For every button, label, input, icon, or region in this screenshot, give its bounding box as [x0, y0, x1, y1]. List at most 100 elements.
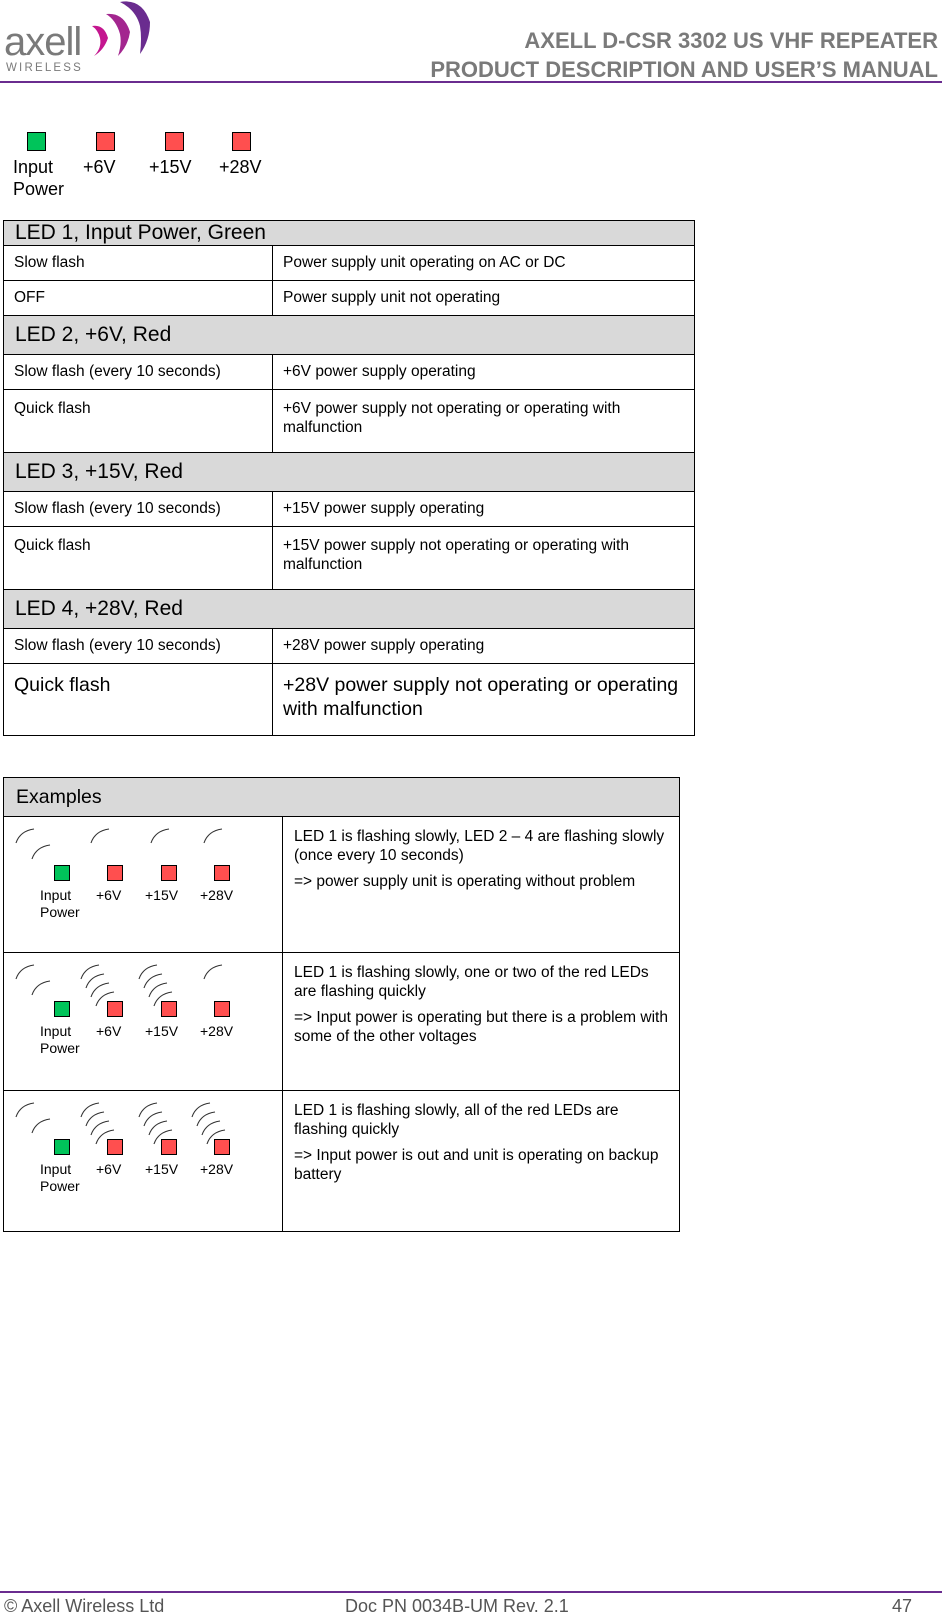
led-state: Quick flash [3, 389, 273, 453]
diagram-label-6v: +6V [96, 1161, 122, 1177]
example-description-cell: LED 1 is flashing slowly, one or two of … [282, 952, 680, 1091]
example-row: Input Power +6V +15V +28V LED 1 is flashing … [3, 952, 680, 1091]
example-result: => Input power is out and unit is operat… [294, 1147, 659, 1183]
led-state: Slow flash (every 10 seconds) [3, 354, 273, 390]
led-input-power-icon [54, 1001, 70, 1017]
flash-mark-28v [191, 1102, 211, 1118]
diagram-label-15v: +15V [145, 1161, 179, 1177]
example-description: LED 1 is flashing slowly, one or two of … [294, 964, 649, 1000]
footer-copyright: © Axell Wireless Ltd [4, 1596, 165, 1616]
examples-title: Examples [3, 777, 680, 817]
header-divider [0, 81, 942, 83]
group-title: LED 4, +28V, Red [3, 589, 695, 629]
diagram-label-6v: +6V [96, 887, 122, 903]
led-diagram: Input Power +6V +15V +28V [4, 1091, 282, 1221]
table-row: Slow flash Power supply unit operating on… [3, 245, 695, 281]
led-6v-icon [107, 1001, 123, 1017]
flash-mark-input-power [31, 844, 51, 860]
led-diagram: Input Power +6V +15V +28V [4, 953, 282, 1083]
table-row: Quick flash +28V power supply not operati… [3, 663, 695, 736]
led-input-power-icon [27, 132, 46, 151]
flash-mark-28v [203, 828, 223, 844]
led-meaning: +28V power supply not operating or opera… [272, 663, 695, 736]
flash-marks [15, 964, 223, 1007]
table-row: Slow flash (every 10 seconds) +15V power … [3, 491, 695, 527]
flash-mark-6v [85, 973, 105, 989]
led-meaning: Power supply unit operating on AC or DC [272, 245, 695, 281]
diagram-label-input: Input [40, 1023, 72, 1039]
led-input-power-icon [54, 865, 70, 881]
example-description: LED 1 is flashing slowly, LED 2 – 4 are … [294, 828, 665, 864]
led-state: Slow flash [3, 245, 273, 281]
flash-mark-input-power [31, 1118, 51, 1134]
led-state: Quick flash [3, 663, 273, 736]
diagram-label-power: Power [40, 1040, 80, 1056]
diagram-label-input: Input [40, 1161, 72, 1177]
flash-mark-6v [80, 1102, 100, 1118]
flash-mark-6v [90, 1120, 110, 1136]
logo-chevron-icon [92, 1, 150, 56]
flash-mark-6v [90, 982, 110, 998]
led-meaning: +6V power supply operating [272, 354, 695, 390]
table-row: OFF Power supply unit not operating [3, 280, 695, 316]
table-row: Slow flash (every 10 seconds) +6V power s… [3, 354, 695, 390]
flash-mark-28v [196, 1111, 216, 1127]
footer-page-number: 47 [891, 1596, 912, 1616]
flash-mark-input-power [15, 828, 35, 844]
logo-brand-text: axell [4, 20, 82, 64]
led-meaning: Power supply unit not operating [272, 280, 695, 316]
flash-mark-15v [150, 828, 170, 844]
examples-table: Examples Input Power +6V +15V +28V LED 1 is … [3, 777, 680, 1232]
legend-label-15v: +15V [149, 157, 192, 177]
flash-mark-15v [148, 1120, 168, 1136]
logo-sub-text: WIRELESS [6, 62, 84, 74]
led-state: Slow flash (every 10 seconds) [3, 628, 273, 664]
diagram-label-28v: +28V [200, 1023, 234, 1039]
led-28v-icon [214, 1001, 230, 1017]
diagram-label-28v: +28V [200, 1161, 234, 1177]
led-28v-icon [214, 1139, 230, 1155]
led-state: OFF [3, 280, 273, 316]
document-title-line-1: AXELL D-CSR 3302 US VHF REPEATER [524, 28, 938, 53]
led-6v-icon [96, 132, 115, 151]
legend-label-6v: +6V [83, 157, 116, 177]
flash-mark-15v [148, 982, 168, 998]
flash-mark-6v [80, 964, 100, 980]
diagram-label-input: Input [40, 887, 72, 903]
flash-mark-input-power [15, 1102, 35, 1118]
table-group-header: LED 2, +6V, Red [3, 315, 695, 355]
flash-mark-28v [203, 964, 223, 980]
example-description: LED 1 is flashing slowly, all of the red… [294, 1102, 619, 1138]
led-15v-icon [161, 1139, 177, 1155]
diagram-label-power: Power [40, 904, 80, 920]
flash-mark-6v [90, 828, 110, 844]
example-result: => power supply unit is operating withou… [294, 873, 636, 890]
axell-wireless-logo: axell WIRELESS [2, 0, 152, 80]
examples-header: Examples [3, 777, 680, 817]
table-row: Quick flash +15V power supply not operati… [3, 526, 695, 590]
led-state: Slow flash (every 10 seconds) [3, 491, 273, 527]
led-diagram: Input Power +6V +15V +28V [4, 817, 282, 947]
led-meaning: +6V power supply not operating or operat… [272, 389, 695, 453]
legend-label-28v: +28V [219, 157, 262, 177]
example-description-cell: LED 1 is flashing slowly, LED 2 – 4 are … [282, 816, 680, 953]
led-15v-icon [161, 865, 177, 881]
group-title: LED 1, Input Power, Green [3, 220, 695, 246]
example-diagram-cell: Input Power +6V +15V +28V [3, 952, 283, 1091]
led-15v-icon [161, 1001, 177, 1017]
flash-mark-input-power [31, 980, 51, 996]
led-15v-icon [165, 132, 184, 151]
table-group-header: LED 3, +15V, Red [3, 452, 695, 492]
footer-divider [0, 1591, 942, 1593]
diagram-label-15v: +15V [145, 1023, 179, 1039]
flash-marks [15, 828, 223, 860]
led-6v-icon [107, 865, 123, 881]
example-row: Input Power +6V +15V +28V LED 1 is flashing … [3, 816, 680, 953]
flash-mark-15v [138, 1102, 158, 1118]
led-meaning: +15V power supply operating [272, 491, 695, 527]
led-state: Quick flash [3, 526, 273, 590]
example-row: Input Power +6V +15V +28V LED 1 is flashing … [3, 1090, 680, 1232]
document-title-line-2: PRODUCT DESCRIPTION AND USER’S MANUAL [430, 57, 938, 82]
led-input-power-icon [54, 1139, 70, 1155]
table-row: Slow flash (every 10 seconds) +28V power … [3, 628, 695, 664]
